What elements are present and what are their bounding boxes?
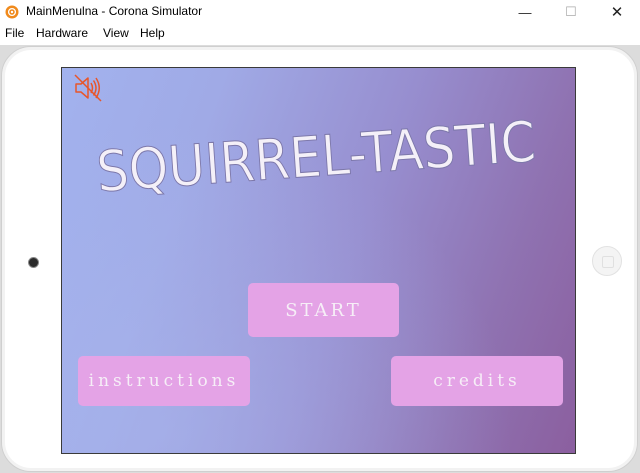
instructions-button[interactable]: instructions xyxy=(78,356,250,406)
camera-icon xyxy=(28,257,39,268)
menu-bar: File Hardware View Help xyxy=(0,24,640,44)
menu-help[interactable]: Help xyxy=(140,26,165,40)
minimize-button[interactable]: — xyxy=(502,0,548,24)
corona-app-icon xyxy=(5,5,19,19)
game-title-logo: SQUIRREL-TASTIC xyxy=(94,109,538,206)
game-title: SQUIRREL-TASTIC xyxy=(95,110,538,206)
window-titlebar: MainMenulna - Corona Simulator — ☐ ✕ xyxy=(0,0,640,24)
game-screen: SQUIRREL-TASTIC START instructions credi… xyxy=(61,67,576,454)
menu-view[interactable]: View xyxy=(103,26,129,40)
start-button[interactable]: START xyxy=(248,283,399,337)
home-square-icon xyxy=(602,256,614,268)
maximize-icon: ☐ xyxy=(565,4,577,19)
credits-button-label: credits xyxy=(433,371,521,391)
home-button[interactable] xyxy=(592,246,622,276)
menu-file[interactable]: File xyxy=(5,26,24,40)
instructions-button-label: instructions xyxy=(88,371,240,391)
close-icon: ✕ xyxy=(610,4,624,21)
menu-hardware[interactable]: Hardware xyxy=(36,26,88,40)
credits-button[interactable]: credits xyxy=(391,356,563,406)
maximize-button[interactable]: ☐ xyxy=(548,0,594,24)
start-button-label: START xyxy=(285,299,362,321)
close-button[interactable]: ✕ xyxy=(594,0,640,24)
minimize-icon: — xyxy=(518,4,532,20)
window-title: MainMenulna - Corona Simulator xyxy=(26,4,203,18)
